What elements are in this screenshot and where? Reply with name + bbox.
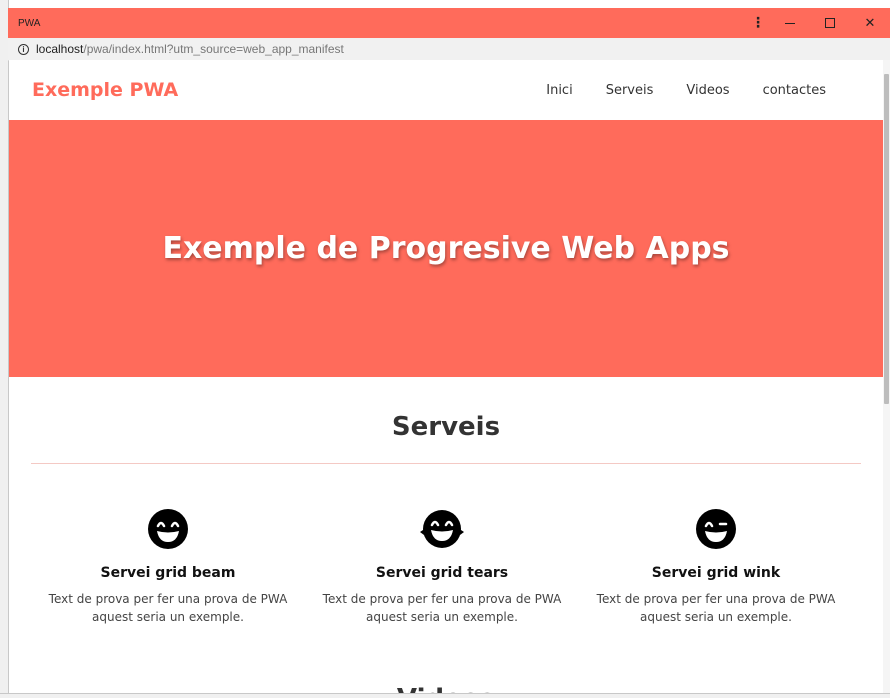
navbar: Exemple PWA Inici Serveis Videos contact…: [9, 60, 883, 120]
service-text: Text de prova per fer una prova de PWA a…: [596, 592, 836, 624]
service-card: Servei grid wink Text de prova per fer u…: [586, 505, 846, 626]
nav-link-videos[interactable]: Videos: [686, 83, 729, 98]
vertical-dots-icon[interactable]: ⋮: [746, 8, 770, 38]
hero-banner: Exemple de Progresive Web Apps: [9, 120, 883, 377]
section-divider: [31, 463, 861, 464]
window-title: PWA: [18, 17, 41, 29]
close-button[interactable]: ✕: [850, 8, 890, 38]
nav-link-inici[interactable]: Inici: [546, 83, 572, 98]
service-card: Servei grid tears Text de prova per fer …: [312, 505, 572, 626]
url-host: localhost: [36, 42, 84, 56]
service-title: Servei grid tears: [375, 565, 509, 581]
grin-wink-icon: [586, 505, 846, 553]
address-bar[interactable]: i localhost/pwa/index.html?utm_source=we…: [8, 38, 890, 61]
scrollbar-thumb[interactable]: [884, 74, 889, 404]
window-titlebar[interactable]: PWA ⋮ ✕: [8, 8, 890, 38]
service-card: Servei grid beam Text de prova per fer u…: [38, 505, 298, 626]
maximize-button[interactable]: [810, 8, 850, 38]
url-path: /pwa/index.html?utm_source=web_app_manif…: [83, 42, 344, 56]
close-icon: ✕: [864, 15, 876, 31]
services-title: Serveis: [391, 412, 501, 442]
nav-link-serveis[interactable]: Serveis: [606, 83, 654, 98]
url-text[interactable]: localhost/pwa/index.html?utm_source=web_…: [36, 42, 344, 56]
hero-title: Exemple de Progresive Web Apps: [162, 231, 730, 266]
desktop-frame-left: [0, 0, 9, 698]
nav-menu: Inici Serveis Videos contactes: [513, 83, 826, 98]
service-text: Text de prova per fer una prova de PWA a…: [322, 592, 562, 624]
minimize-icon: [785, 22, 795, 24]
service-text: Text de prova per fer una prova de PWA a…: [48, 592, 288, 624]
nav-link-contactes[interactable]: contactes: [763, 83, 826, 98]
page-scrollbar[interactable]: [883, 60, 890, 694]
service-title: Servei grid beam: [100, 565, 236, 581]
brand-logo[interactable]: Exemple PWA: [32, 79, 178, 101]
grin-tears-icon: [312, 505, 572, 553]
window-controls: ⋮ ✕: [746, 8, 890, 38]
minimize-button[interactable]: [770, 8, 810, 38]
web-page: Exemple PWA Inici Serveis Videos contact…: [9, 60, 883, 694]
info-icon[interactable]: i: [18, 43, 29, 55]
desktop-frame-bottom: [0, 693, 890, 698]
service-title: Servei grid wink: [651, 565, 781, 581]
maximize-icon: [825, 18, 835, 28]
grin-beam-icon: [38, 505, 298, 553]
